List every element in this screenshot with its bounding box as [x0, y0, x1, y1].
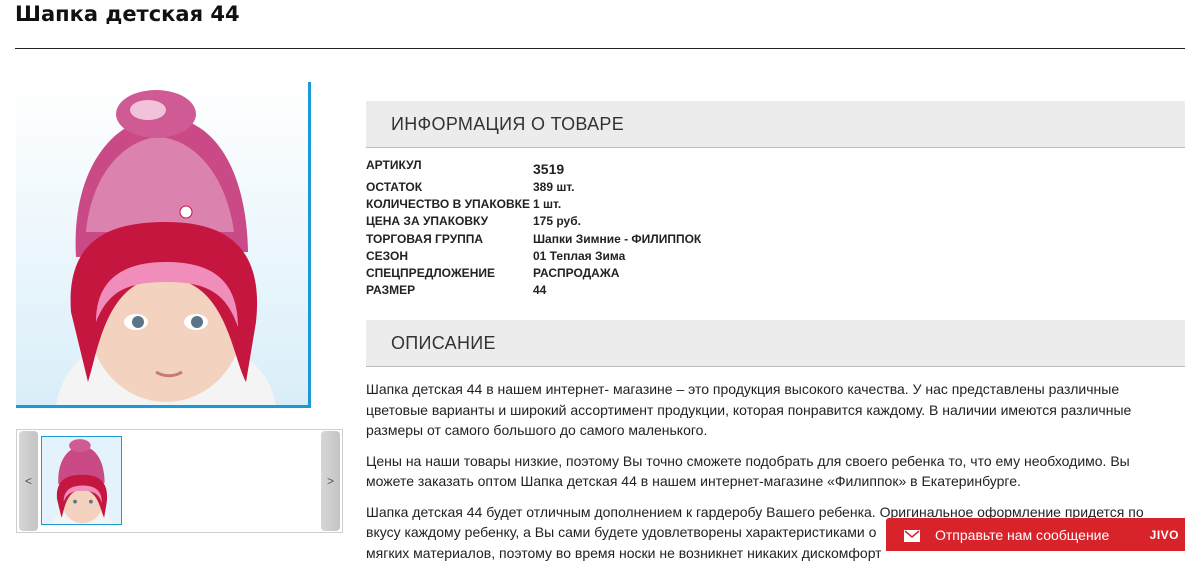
chevron-right-icon: >	[326, 474, 334, 488]
description-paragraph: Шапка детская 44 в нашем интернет- магаз…	[366, 381, 1132, 438]
envelope-icon	[904, 529, 920, 542]
product-properties: АРТИКУЛ 3519 ОСТАТОК 389 шт. КОЛИЧЕСТВО …	[366, 158, 866, 299]
property-row-size: РАЗМЕР 44	[366, 282, 866, 299]
product-info-heading: ИНФОРМАЦИЯ О ТОВАРЕ	[366, 101, 1185, 148]
description-heading: ОПИСАНИЕ	[366, 320, 1185, 367]
property-label: ТОРГОВАЯ ГРУППА	[366, 231, 484, 246]
property-label: АРТИКУЛ	[366, 158, 422, 172]
property-label: РАЗМЕР	[366, 283, 416, 298]
property-value: РАСПРОДАЖА	[533, 266, 620, 281]
property-value: Шапки Зимние - ФИЛИППОК	[533, 231, 702, 246]
property-label: СПЕЦПРЕДЛОЖЕНИЕ	[366, 266, 495, 281]
chat-widget-label: Отправьте нам сообщение	[935, 526, 1110, 543]
thumbnail-item[interactable]	[41, 436, 122, 525]
chevron-left-icon: <	[24, 474, 32, 488]
property-row-article: АРТИКУЛ 3519	[366, 158, 866, 178]
chat-brand-logo: JIVO	[1149, 527, 1179, 542]
property-label: КОЛИЧЕСТВО В УПАКОВКЕ	[366, 196, 530, 211]
child-hat-thumbnail	[42, 437, 121, 524]
property-label: ЦЕНА ЗА УПАКОВКУ	[366, 214, 489, 229]
property-value: 175 руб.	[533, 214, 581, 229]
property-row-pack-quantity: КОЛИЧЕСТВО В УПАКОВКЕ 1 шт.	[366, 195, 866, 212]
property-value: 1 шт.	[533, 196, 562, 211]
child-hat-photo	[16, 82, 308, 405]
page-title: Шапка детская 44	[15, 2, 240, 26]
property-row-special-offer: СПЕЦПРЕДЛОЖЕНИЕ РАСПРОДАЖА	[366, 264, 866, 281]
property-label: ОСТАТОК	[366, 179, 423, 194]
chat-widget-button[interactable]: Отправьте нам сообщение JIVO	[886, 518, 1185, 551]
property-value: 3519	[533, 161, 565, 177]
property-value: 389 шт.	[533, 179, 575, 194]
property-value: 44	[533, 283, 547, 298]
property-row-pack-price: ЦЕНА ЗА УПАКОВКУ 175 руб.	[366, 213, 866, 230]
title-divider	[15, 48, 1185, 49]
carousel-next-button[interactable]: >	[321, 431, 340, 531]
property-row-season: СЕЗОН 01 Теплая Зима	[366, 247, 866, 264]
description-paragraph: Цены на наши товары низкие, поэтому Вы т…	[366, 452, 1130, 490]
thumbnail-carousel: < >	[16, 429, 343, 533]
property-value: 01 Теплая Зима	[533, 248, 626, 263]
product-main-image[interactable]	[16, 82, 311, 408]
property-label: СЕЗОН	[366, 248, 409, 263]
property-row-trade-group: ТОРГОВАЯ ГРУППА Шапки Зимние - ФИЛИППОК	[366, 230, 866, 247]
carousel-prev-button[interactable]: <	[19, 431, 38, 531]
property-row-stock: ОСТАТОК 389 шт.	[366, 178, 866, 195]
